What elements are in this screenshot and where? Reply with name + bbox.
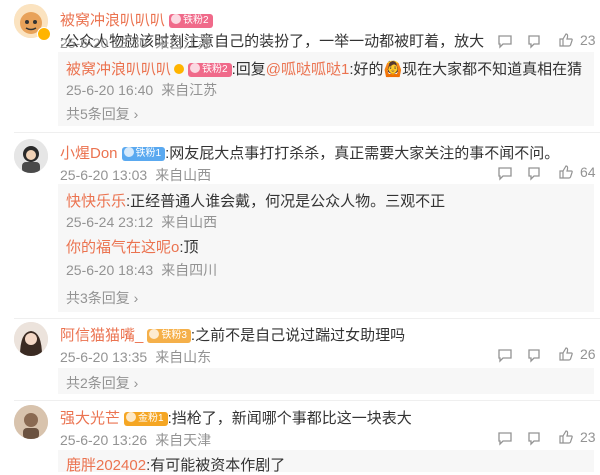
timestamp: 25-6-20 13:30	[60, 35, 148, 51]
reply-icon[interactable]	[497, 165, 513, 186]
timestamp: 25-6-20 13:35	[60, 349, 148, 365]
fan-badge: 金粉1	[124, 412, 168, 426]
location: 来自天津	[155, 432, 212, 448]
divider	[14, 132, 600, 133]
location: 来自四川	[161, 262, 218, 278]
reply-user-name[interactable]: 快快乐乐	[66, 193, 126, 210]
reply-text: :正经普通人谁会戴，何况是公众人物。三观不正	[126, 193, 446, 210]
avatar[interactable]	[14, 139, 48, 173]
user-name[interactable]: 小煋Don	[60, 145, 118, 162]
divider	[14, 318, 600, 319]
reply-text: :顶	[179, 239, 199, 256]
chevron-right-icon: ›	[129, 106, 139, 122]
timestamp: 25-6-20 18:43	[66, 262, 154, 278]
avatar[interactable]	[14, 405, 48, 439]
comment-icon[interactable]	[526, 33, 542, 54]
more-replies-link[interactable]: 共2条回复 ›	[66, 373, 138, 393]
reply-list: 共2条回复 ›	[58, 368, 594, 394]
thumb-up-icon	[559, 33, 573, 47]
fan-badge: 铁粉2	[188, 63, 232, 77]
mention-link[interactable]: @呱哒呱哒1	[266, 61, 350, 78]
reply-list: 鹿胖202402:有可能被资本作剧了	[58, 450, 594, 474]
timestamp: 25-6-20 13:26	[60, 432, 148, 448]
location: 来自山西	[155, 167, 212, 183]
fan-badge: 铁粉2	[169, 14, 213, 28]
fan-badge: 铁粉1	[121, 147, 166, 161]
verified-icon	[37, 27, 51, 41]
chevron-right-icon: ›	[129, 375, 139, 391]
location: 来自江苏	[155, 35, 212, 51]
timestamp: 25-6-24 23:12	[66, 214, 154, 230]
location: 来自山西	[161, 214, 218, 230]
like-count: 23	[580, 32, 596, 48]
reply-list: 被窝冲浪叭叭叭 铁粉2:回复@呱哒呱哒1:好的🙆现在大家都不知道真相在猜 25-6…	[58, 52, 594, 126]
user-name[interactable]: 阿信猫猫嘴_	[60, 327, 143, 344]
reply-icon[interactable]	[497, 33, 513, 54]
more-replies-link[interactable]: 共3条回复 ›	[66, 288, 138, 308]
user-name[interactable]: 强大光芒	[60, 410, 120, 427]
comment-text: :挡枪了，新闻哪个事都比这一块表大	[167, 410, 412, 427]
reply-text: :有可能被资本作剧了	[146, 457, 286, 474]
location: 来自江苏	[161, 82, 218, 98]
reply-user-name[interactable]: 你的福气在这呢o	[66, 239, 179, 256]
like-count: 23	[580, 429, 596, 445]
like-count: 26	[580, 346, 596, 362]
like-count: 64	[580, 164, 596, 180]
comment-icon[interactable]	[526, 165, 542, 186]
verified-icon	[174, 64, 185, 74]
chevron-right-icon: ›	[129, 290, 139, 306]
location: 来自山东	[155, 349, 212, 365]
divider	[14, 400, 600, 401]
like-button[interactable]: 23	[558, 32, 596, 48]
reply-icon[interactable]	[497, 347, 513, 368]
timestamp: 25-6-20 13:03	[60, 167, 148, 183]
like-button[interactable]: 23	[558, 429, 596, 445]
reply-user-name[interactable]: 被窝冲浪叭叭叭	[66, 61, 171, 78]
comment-icon[interactable]	[526, 430, 542, 451]
comment-text: :网友屁大点事打打杀杀，真正需要大家关注的事不闻不问。	[165, 145, 560, 162]
reply-list: 快快乐乐:正经普通人谁会戴，何况是公众人物。三观不正 25-6-24 23:12…	[58, 184, 594, 312]
comment-text: :之前不是自己说过踹过女助理吗	[190, 327, 406, 344]
user-name[interactable]: 被窝冲浪叭叭叭	[60, 12, 165, 29]
fan-badge: 铁粉3	[147, 329, 191, 343]
thumb-up-icon	[559, 347, 573, 361]
like-button[interactable]: 64	[558, 164, 596, 180]
timestamp: 25-6-20 16:40	[66, 82, 154, 98]
reply-user-name[interactable]: 鹿胖202402	[66, 457, 146, 474]
thumb-up-icon	[559, 165, 573, 179]
comment-icon[interactable]	[526, 347, 542, 368]
like-button[interactable]: 26	[558, 346, 596, 362]
reply-text: :好的🙆现在大家都不知道真相在猜	[349, 61, 583, 78]
thumb-up-icon	[559, 430, 573, 444]
reply-icon[interactable]	[497, 430, 513, 451]
more-replies-link[interactable]: 共5条回复 ›	[66, 104, 138, 124]
avatar[interactable]	[14, 322, 48, 356]
